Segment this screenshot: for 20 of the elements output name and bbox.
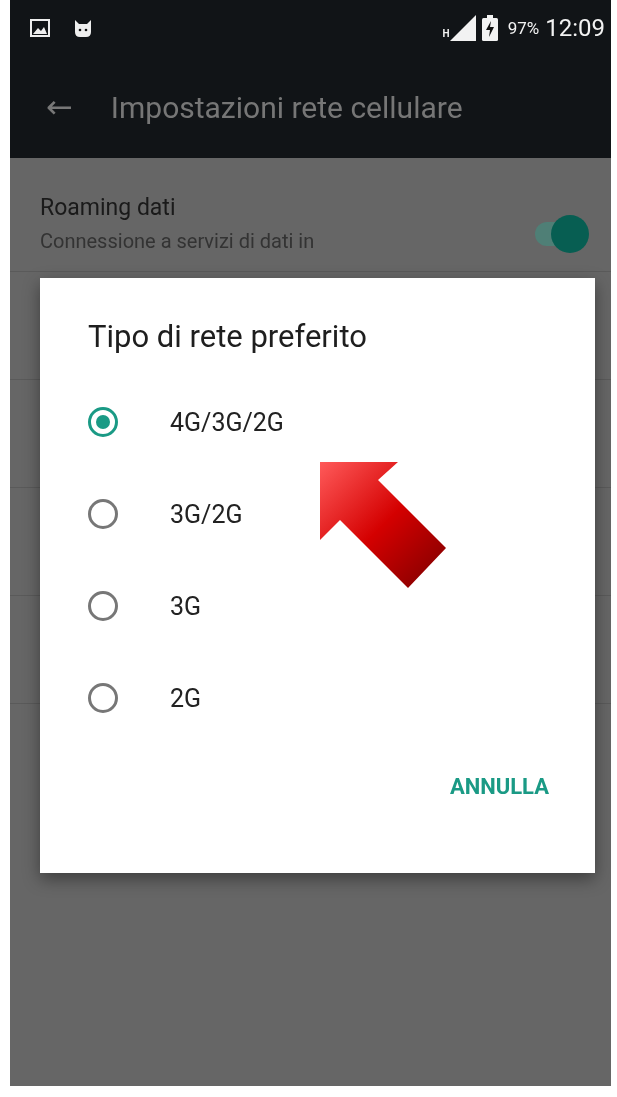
- image-icon: [30, 19, 50, 37]
- radio-button[interactable]: [88, 683, 118, 713]
- radio-button[interactable]: [88, 591, 118, 621]
- radio-button[interactable]: [88, 499, 118, 529]
- cancel-button[interactable]: ANNULLA: [443, 766, 555, 807]
- option-label: 3G: [170, 591, 202, 621]
- back-button[interactable]: ←: [36, 88, 83, 126]
- robot-icon: [72, 18, 94, 38]
- network-type: H: [442, 28, 450, 39]
- clock: 12:09: [545, 14, 605, 42]
- option-label: 4G/3G/2G: [170, 407, 284, 437]
- signal-icon: [449, 15, 476, 41]
- radio-button[interactable]: [88, 407, 118, 437]
- dialog-title: Tipo di rete preferito: [88, 318, 368, 357]
- screen-title: Impostazioni rete cellulare: [110, 89, 463, 125]
- option-label: 3G/2G: [170, 499, 243, 529]
- setting-title: Roaming dati: [40, 194, 177, 221]
- option-label: 2G: [170, 683, 202, 713]
- battery-percentage: 97%: [507, 18, 540, 38]
- battery-icon: [481, 15, 498, 41]
